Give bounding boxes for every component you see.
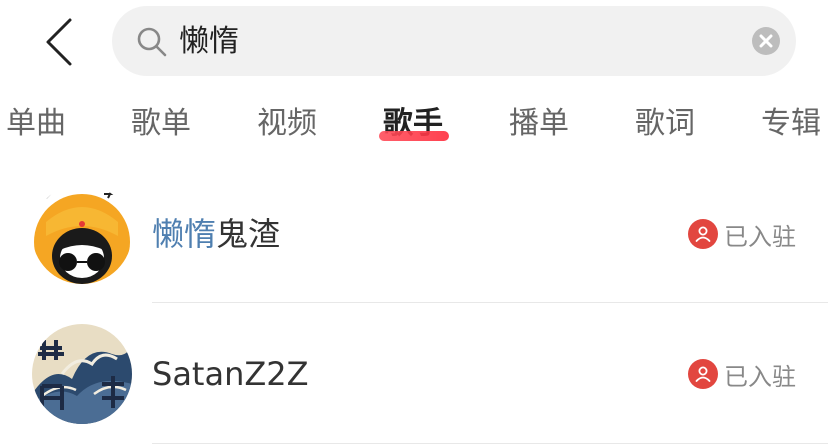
search-query-text[interactable]: 懒惰 — [179, 22, 239, 62]
tab-videos[interactable]: 视频 — [257, 96, 317, 152]
search-icon — [136, 26, 168, 58]
close-icon — [759, 34, 773, 48]
list-item[interactable]: 懒惰鬼渣 已入驻 — [0, 164, 828, 304]
tab-artists[interactable]: 歌手 — [383, 96, 443, 152]
artist-name-highlight: 懒惰 — [152, 215, 217, 253]
artist-name: SatanZ2Z — [152, 352, 309, 396]
artist-name-rest: 鬼渣 — [216, 215, 281, 253]
status-badge: 已入驻 — [688, 217, 796, 251]
tab-lyrics[interactable]: 歌词 — [635, 96, 695, 152]
chevron-left-icon — [46, 18, 72, 66]
badge-label: 已入驻 — [724, 362, 796, 391]
clear-search-button[interactable] — [752, 27, 780, 55]
artist-name: 懒惰鬼渣 — [152, 212, 280, 256]
tab-radio[interactable]: 播单 — [509, 96, 569, 152]
wave-art-avatar-icon — [32, 324, 132, 424]
search-input[interactable]: 懒惰 — [112, 6, 796, 76]
category-tabs: 单曲 歌单 视频 歌手 播单 歌词 专辑 — [0, 96, 828, 160]
back-button[interactable] — [40, 16, 84, 68]
divider — [152, 443, 828, 444]
status-badge: 已入驻 — [688, 357, 796, 391]
cartoon-avatar-icon — [32, 184, 132, 284]
verified-user-icon — [688, 359, 718, 389]
tab-albums[interactable]: 专辑 — [761, 96, 821, 152]
tab-playlists[interactable]: 歌单 — [131, 96, 191, 152]
divider — [152, 302, 828, 303]
active-tab-indicator — [379, 131, 449, 141]
avatar — [32, 184, 132, 284]
verified-user-icon — [688, 219, 718, 249]
avatar — [32, 324, 132, 424]
tab-songs[interactable]: 单曲 — [6, 96, 66, 152]
top-bar: 懒惰 — [0, 0, 828, 84]
badge-label: 已入驻 — [724, 222, 796, 251]
artist-name-rest: SatanZ2Z — [152, 355, 309, 393]
list-item[interactable]: SatanZ2Z 已入驻 — [0, 304, 828, 444]
